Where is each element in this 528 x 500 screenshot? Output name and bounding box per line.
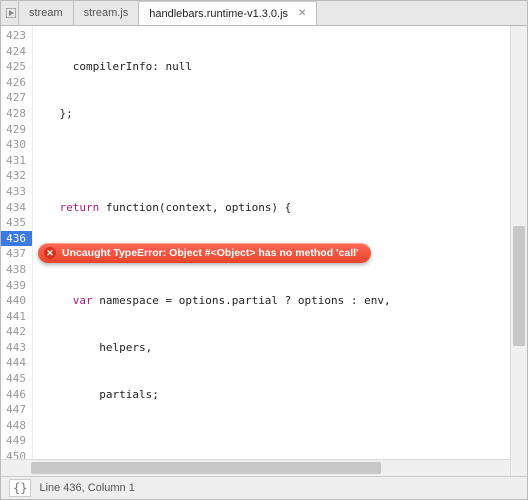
line-number: 442 [1,324,32,340]
tab-stream-js[interactable]: stream.js [74,1,140,25]
line-number: 429 [1,122,32,138]
line-number-gutter: 4234244254264274284294304314324334344354… [1,26,33,476]
line-number: 434 [1,200,32,216]
line-number: 433 [1,184,32,200]
line-number: 440 [1,293,32,309]
line-number: 441 [1,309,32,325]
line-number: 427 [1,90,32,106]
tab-label: stream.js [84,7,129,19]
code-line: compilerInfo: null [33,59,527,75]
error-tooltip[interactable]: ✕ Uncaught TypeError: Object #<Object> h… [38,243,371,263]
run-icon[interactable] [3,1,19,25]
line-number: 446 [1,387,32,403]
scrollbar-thumb[interactable] [31,462,381,474]
line-number: 445 [1,371,32,387]
scrollbar-thumb[interactable] [513,226,525,346]
line-number: 448 [1,418,32,434]
close-icon[interactable]: ✕ [298,8,306,19]
tab-label: handlebars.runtime-v1.3.0.js [149,8,288,20]
line-number: 426 [1,75,32,91]
tab-handlebars[interactable]: handlebars.runtime-v1.3.0.js ✕ [139,1,317,25]
status-bar: {} Line 436, Column 1 [1,476,527,499]
code-line [33,153,527,169]
line-number: 443 [1,340,32,356]
code-line: var namespace = options.partial ? option… [33,293,527,309]
line-number: 447 [1,402,32,418]
line-number: 439 [1,278,32,294]
error-message: Uncaught TypeError: Object #<Object> has… [62,247,359,259]
line-number: 425 [1,59,32,75]
line-number: 430 [1,137,32,153]
code-line: }; [33,106,527,122]
tab-bar: stream stream.js handlebars.runtime-v1.3… [1,1,527,26]
tab-stream[interactable]: stream [19,1,74,25]
code-line: helpers, [33,340,527,356]
line-number: 437 [1,246,32,262]
line-number: 424 [1,44,32,60]
line-number: 435 [1,215,32,231]
code-line: partials; [33,387,527,403]
cursor-position: Line 436, Column 1 [39,482,134,494]
braces-icon[interactable]: {} [9,479,31,497]
line-number: 444 [1,355,32,371]
line-number: 432 [1,168,32,184]
horizontal-scrollbar[interactable] [1,459,510,476]
code-line [33,433,527,449]
vertical-scrollbar[interactable] [510,26,527,476]
line-number: 449 [1,433,32,449]
line-number: 423 [1,28,32,44]
error-close-icon[interactable]: ✕ [44,247,56,259]
tab-label: stream [29,7,63,19]
line-number: 428 [1,106,32,122]
line-number: 438 [1,262,32,278]
code-line: return function(context, options) { [33,200,527,216]
line-number: 431 [1,153,32,169]
line-number: 436 [1,231,32,247]
